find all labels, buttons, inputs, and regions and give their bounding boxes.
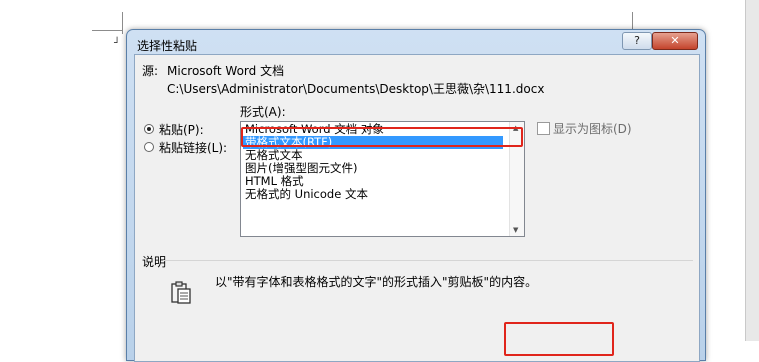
description-divider bbox=[163, 260, 693, 261]
paragraph-marker-icon: ┘ bbox=[114, 38, 121, 49]
ok-button-highlight bbox=[504, 322, 614, 356]
paste-special-dialog: 选择性粘贴 ? ✕ 源: Microsoft Word 文档 C:\Users\… bbox=[126, 29, 706, 362]
source-app: Microsoft Word 文档 bbox=[167, 64, 285, 78]
paste-radio[interactable] bbox=[144, 124, 154, 134]
source-path: C:\Users\Administrator\Documents\Desktop… bbox=[167, 82, 545, 96]
format-item[interactable]: 无格式的 Unicode 文本 bbox=[243, 188, 368, 201]
dialog-body: 源: Microsoft Word 文档 C:\Users\Administra… bbox=[134, 54, 700, 362]
crop-mark-horizontal bbox=[92, 30, 122, 31]
description-heading: 说明 bbox=[142, 255, 167, 269]
dialog-title: 选择性粘贴 bbox=[137, 39, 198, 53]
help-button[interactable]: ? bbox=[622, 32, 652, 50]
display-as-icon-label[interactable]: 显示为图标(D) bbox=[553, 120, 632, 137]
selected-format-highlight bbox=[241, 127, 523, 147]
clipboard-icon bbox=[168, 279, 194, 309]
format-label: 形式(A): bbox=[240, 105, 286, 119]
display-as-icon-checkbox[interactable] bbox=[537, 122, 550, 135]
close-button[interactable]: ✕ bbox=[652, 32, 698, 50]
description-text: 以"带有字体和表格格式的文字"的形式插入"剪贴板"的内容。 bbox=[215, 275, 538, 289]
crop-mark-vertical-left bbox=[122, 12, 123, 34]
document-gutter bbox=[745, 0, 759, 341]
paste-radio-label[interactable]: 粘贴(P): bbox=[159, 121, 204, 138]
paste-link-radio-label[interactable]: 粘贴链接(L): bbox=[159, 139, 227, 156]
scroll-down-icon[interactable]: ▼ bbox=[513, 226, 518, 234]
source-label: 源: bbox=[142, 64, 159, 78]
paste-link-radio[interactable] bbox=[144, 142, 154, 152]
